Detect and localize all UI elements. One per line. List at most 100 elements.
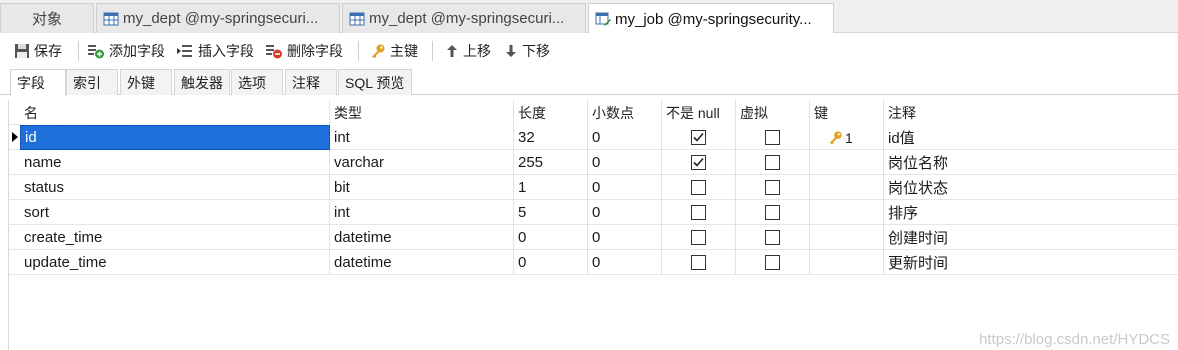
cell-not-null[interactable] [662,250,736,275]
tab-fields[interactable]: 字段 [10,69,66,96]
cell-not-null[interactable] [662,175,736,200]
header-length[interactable]: 长度 [514,100,588,125]
cell-key[interactable] [810,250,884,275]
delete-field-icon [266,45,282,59]
cell-virtual[interactable] [736,200,810,225]
cell-key[interactable] [810,225,884,250]
not-null-checkbox[interactable] [691,230,706,245]
header-not-null[interactable]: 不是 null [662,100,736,125]
tab-my-dept-2[interactable]: my_dept @my-springsecuri... [342,3,586,33]
save-icon [15,44,29,58]
virtual-checkbox[interactable] [765,230,780,245]
tab-foreign-keys[interactable]: 外键 [120,69,172,95]
cell-virtual[interactable] [736,125,810,150]
virtual-checkbox[interactable] [765,180,780,195]
cell-decimals[interactable]: 0 [588,225,662,250]
cell-not-null[interactable] [662,225,736,250]
tab-my-dept-1[interactable]: my_dept @my-springsecuri... [96,3,340,33]
not-null-checkbox[interactable] [691,130,706,145]
header-key[interactable]: 键 [810,100,884,125]
cell-comment[interactable]: id值 [884,125,1178,150]
cell-decimals[interactable]: 0 [588,175,662,200]
tab-indexes[interactable]: 索引 [66,69,118,95]
virtual-checkbox[interactable] [765,155,780,170]
cell-comment[interactable]: 岗位名称 [884,150,1178,175]
table-row[interactable]: create_time datetime 0 0 创建时间 [8,225,1178,250]
cell-length[interactable]: 0 [514,250,588,275]
tab-my-job[interactable]: my_job @my-springsecurity... [588,3,834,34]
cell-key[interactable] [810,200,884,225]
virtual-checkbox[interactable] [765,130,780,145]
cell-type[interactable]: int [330,125,514,150]
move-down-button[interactable]: 下移 [504,41,550,61]
move-up-button-label: 上移 [463,43,491,59]
not-null-checkbox[interactable] [691,180,706,195]
cell-decimals[interactable]: 0 [588,125,662,150]
cell-length[interactable]: 32 [514,125,588,150]
not-null-checkbox[interactable] [691,205,706,220]
table-row[interactable]: name varchar 255 0 岗位名称 [8,150,1178,175]
cell-decimals[interactable]: 0 [588,150,662,175]
save-button[interactable]: 保存 [14,41,62,61]
cell-not-null[interactable] [662,200,736,225]
cell-length[interactable]: 5 [514,200,588,225]
cell-virtual[interactable] [736,175,810,200]
not-null-checkbox[interactable] [691,155,706,170]
insert-field-button[interactable]: 插入字段 [176,41,254,61]
table-row[interactable]: id int 32 0 1 id值 [8,125,1178,150]
cell-type[interactable]: datetime [330,250,514,275]
cell-not-null[interactable] [662,125,736,150]
cell-decimals[interactable]: 0 [588,200,662,225]
delete-field-button-label: 删除字段 [287,43,343,59]
cell-length[interactable]: 255 [514,150,588,175]
cell-virtual[interactable] [736,250,810,275]
delete-field-button[interactable]: 删除字段 [265,41,343,61]
tab-comments[interactable]: 注释 [285,69,337,95]
header-name[interactable]: 名 [20,100,330,125]
cell-virtual[interactable] [736,150,810,175]
cell-not-null[interactable] [662,150,736,175]
cell-key[interactable]: 1 [810,125,884,150]
tab-foreign-keys-label: 外键 [127,74,155,91]
cell-type[interactable]: varchar [330,150,514,175]
tab-fields-label: 字段 [17,75,45,91]
tab-triggers[interactable]: 触发器 [174,69,230,95]
cell-comment[interactable]: 创建时间 [884,225,1178,250]
tab-sql-preview[interactable]: SQL 预览 [338,69,412,95]
move-up-button[interactable]: 上移 [445,41,491,61]
cell-comment[interactable]: 更新时间 [884,250,1178,275]
tab-my-dept-2-label: my_dept @my-springsecuri... [369,10,565,27]
header-decimals[interactable]: 小数点 [588,100,662,125]
add-field-button[interactable]: 添加字段 [87,41,165,61]
primary-key-button[interactable]: 主键 [370,41,418,61]
header-comment[interactable]: 注释 [884,100,1178,125]
cell-name[interactable]: status [20,175,330,200]
cell-length[interactable]: 0 [514,225,588,250]
cell-comment[interactable]: 排序 [884,200,1178,225]
header-virtual[interactable]: 虚拟 [736,100,810,125]
virtual-checkbox[interactable] [765,255,780,270]
not-null-checkbox[interactable] [691,255,706,270]
cell-length[interactable]: 1 [514,175,588,200]
cell-type[interactable]: int [330,200,514,225]
table-row[interactable]: status bit 1 0 岗位状态 [8,175,1178,200]
cell-name[interactable]: sort [20,200,330,225]
cell-virtual[interactable] [736,225,810,250]
cell-type[interactable]: bit [330,175,514,200]
cell-key[interactable] [810,150,884,175]
cell-decimals[interactable]: 0 [588,250,662,275]
table-row[interactable]: sort int 5 0 排序 [8,200,1178,225]
table-row[interactable]: update_time datetime 0 0 更新时间 [8,250,1178,275]
cell-key[interactable] [810,175,884,200]
cell-name[interactable]: create_time [20,225,330,250]
cell-type[interactable]: datetime [330,225,514,250]
tab-options[interactable]: 选项 [231,69,283,95]
cell-comment[interactable]: 岗位状态 [884,175,1178,200]
cell-name[interactable]: update_time [20,250,330,275]
tab-objects[interactable]: 对象 [0,3,94,33]
cell-name[interactable]: name [20,150,330,175]
arrow-up-icon [447,45,457,57]
virtual-checkbox[interactable] [765,205,780,220]
header-type[interactable]: 类型 [330,100,514,125]
cell-name[interactable]: id [20,125,330,150]
